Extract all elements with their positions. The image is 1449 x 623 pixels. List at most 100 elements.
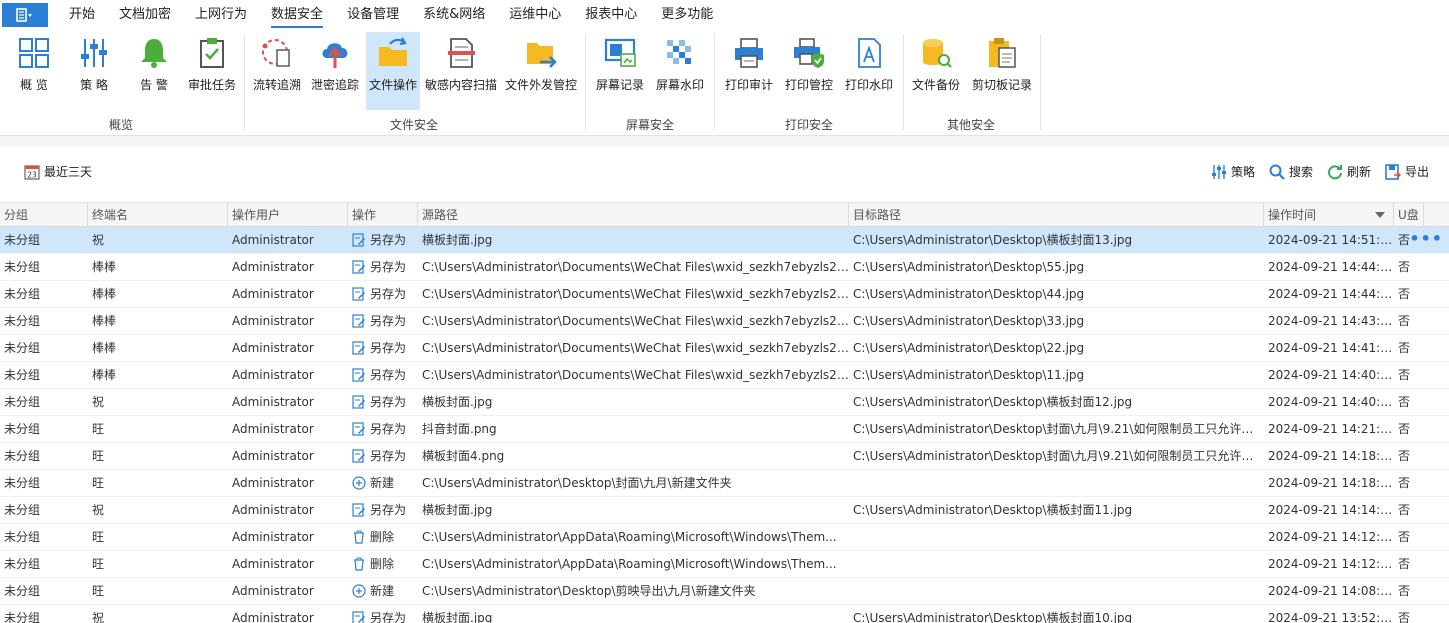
refresh-button[interactable]: 刷新 <box>1327 163 1371 180</box>
tab-more-features[interactable]: 更多功能 <box>649 0 725 30</box>
tab-report-center[interactable]: 报表中心 <box>573 0 649 30</box>
tab-device-management[interactable]: 设备管理 <box>335 0 411 30</box>
screen-watermark-button[interactable]: 屏幕水印 <box>654 32 706 110</box>
cell-user: Administrator <box>232 422 314 436</box>
overview-label: 概 览 <box>20 78 48 92</box>
group-label-other-security: 其他安全 <box>947 118 996 132</box>
flow-trace-button[interactable]: 流转追溯 <box>251 32 303 110</box>
cell-target-path: C:\Users\Administrator\Desktop\横板封面10.jp… <box>853 611 1133 623</box>
table-row[interactable]: 未分组 旺 Administrator 删除 C:\Users\Administrato… <box>0 551 1449 578</box>
cell-user: Administrator <box>232 233 314 247</box>
column-header-time[interactable]: 操作时间 <box>1264 203 1394 227</box>
search-button[interactable]: 搜索 <box>1269 163 1313 180</box>
operation-label: 删除 <box>370 530 395 544</box>
printer-icon <box>735 38 763 68</box>
screen-record-label: 屏幕记录 <box>595 78 644 92</box>
print-audit-button[interactable]: 打印审计 <box>723 32 775 110</box>
operation-label: 另存为 <box>370 368 407 382</box>
table-row[interactable]: 未分组 旺 Administrator 新建 C:\Users\Administrato… <box>0 578 1449 605</box>
column-header-usb[interactable]: U盘 <box>1394 203 1424 227</box>
export-button[interactable]: 导出 <box>1385 163 1429 180</box>
cell-group: 未分组 <box>4 260 41 274</box>
table-row[interactable]: 未分组 旺 Administrator 另存为 横板封面4.png C:\Users\Ad… <box>0 443 1449 470</box>
clipboard-record-button[interactable]: 剪切板记录 <box>970 32 1034 110</box>
print-watermark-button[interactable]: 打印水印 <box>843 32 895 110</box>
screen-record-button[interactable]: 屏幕记录 <box>594 32 646 110</box>
trash-icon <box>354 530 364 544</box>
grid-icon <box>19 38 49 68</box>
tab-system-network[interactable]: 系统&网络 <box>411 0 497 30</box>
cell-source-path: 横板封面.jpg <box>422 233 493 247</box>
cell-terminal: 旺 <box>92 530 105 544</box>
column-header-terminal[interactable]: 终端名 <box>88 203 228 227</box>
cell-source-path: 横板封面.jpg <box>422 611 493 623</box>
app-window: 开始 文档加密 上网行为 数据安全 设备管理 系统&网络 运维中心 报表中心 更… <box>0 0 1449 623</box>
approval-task-button[interactable]: 审批任务 <box>186 32 238 110</box>
table-row[interactable]: 未分组 祝 Administrator 另存为 横板封面.jpg C:\Users\Adm… <box>0 497 1449 524</box>
cell-group: 未分组 <box>4 287 41 301</box>
file-operation-button[interactable]: 文件操作 <box>366 32 420 110</box>
app-menu-button[interactable] <box>2 3 48 27</box>
file-outgoing-control-button[interactable]: 文件外发管控 <box>504 32 578 110</box>
table-row[interactable]: 未分组 祝 Administrator 另存为 横板封面.jpg C:\Users\Adm… <box>0 389 1449 416</box>
alert-button[interactable]: 告 警 <box>130 32 178 110</box>
cell-user: Administrator <box>232 476 314 490</box>
file-outgoing-control-label: 文件外发管控 <box>504 78 577 92</box>
leak-trace-label: 泄密追踪 <box>310 78 359 92</box>
leak-trace-button[interactable]: 泄密追踪 <box>309 32 361 110</box>
column-header-user[interactable]: 操作用户 <box>228 203 348 227</box>
overview-button[interactable]: 概 览 <box>10 32 58 110</box>
toolbar-actions: 策略 搜索 刷新 导出 <box>1211 163 1429 180</box>
table-row[interactable]: 未分组 旺 Administrator 删除 C:\Users\Administrato… <box>0 524 1449 551</box>
cell-time: 2024-09-21 13:52:55 <box>1268 611 1394 623</box>
table-header: 分组 终端名 操作用户 操作 源路径 目标路径 操作时间 U盘 <box>0 202 1449 227</box>
cell-operation: 另存为 <box>348 497 418 524</box>
group-label-screen-security: 屏幕安全 <box>626 118 675 132</box>
sort-descending-icon[interactable] <box>1375 212 1385 218</box>
file-backup-button[interactable]: 文件备份 <box>910 32 962 110</box>
table-row[interactable]: 未分组 棒棒 Administrator 另存为 C:\Users\Administra… <box>0 335 1449 362</box>
column-header-group[interactable]: 分组 <box>0 203 88 227</box>
cell-operation: 另存为 <box>348 389 418 416</box>
sensitive-scan-label: 敏感内容扫描 <box>424 78 497 92</box>
column-header-operation[interactable]: 操作 <box>348 203 418 227</box>
printer-shield-icon <box>794 38 824 68</box>
cell-target-path: C:\Users\Administrator\Desktop\11.jpg <box>853 368 1085 382</box>
bell-icon <box>141 39 167 68</box>
column-header-time-label: 操作时间 <box>1268 208 1317 222</box>
tab-document-encryption[interactable]: 文档加密 <box>107 0 183 30</box>
column-header-target-path[interactable]: 目标路径 <box>849 203 1264 227</box>
tab-start[interactable]: 开始 <box>57 0 107 30</box>
date-range-filter[interactable]: 23 最近三天 <box>24 163 92 180</box>
search-icon <box>1269 164 1285 180</box>
tab-internet-behavior[interactable]: 上网行为 <box>183 0 259 30</box>
table-row[interactable]: 未分组 祝 Administrator 另存为 横板封面.jpg C:\Users\Adm… <box>0 227 1449 254</box>
table-row[interactable]: 未分组 旺 Administrator 另存为 抖音封面.png C:\Users\Adm… <box>0 416 1449 443</box>
operation-label: 新建 <box>370 476 395 490</box>
operation-label: 另存为 <box>370 422 407 436</box>
table-row[interactable]: 未分组 棒棒 Administrator 另存为 C:\Users\Administra… <box>0 281 1449 308</box>
column-header-source-path[interactable]: 源路径 <box>418 203 849 227</box>
sensitive-scan-button[interactable]: 敏感内容扫描 <box>424 32 498 110</box>
table-row[interactable]: 未分组 旺 Administrator 新建 C:\Users\Administrato… <box>0 470 1449 497</box>
table-row[interactable]: 未分组 棒棒 Administrator 另存为 C:\Users\Administra… <box>0 362 1449 389</box>
cell-group: 未分组 <box>4 368 41 382</box>
policy-tool-button[interactable]: 策略 <box>1211 163 1255 180</box>
save-as-icon <box>352 287 365 301</box>
monitor-icon <box>604 38 636 67</box>
more-dots-icon[interactable]: ••• <box>1409 227 1443 254</box>
table-row[interactable]: 未分组 祝 Administrator 另存为 横板封面.jpg C:\Users\Adm… <box>0 605 1449 623</box>
table-row[interactable]: 未分组 棒棒 Administrator 另存为 C:\Users\Administra… <box>0 308 1449 335</box>
cell-usb: 否 <box>1398 530 1411 544</box>
tab-data-security[interactable]: 数据安全 <box>259 0 335 30</box>
print-control-button[interactable]: 打印管控 <box>783 32 835 110</box>
cell-usb: 否 <box>1398 476 1411 490</box>
table-row[interactable]: 未分组 棒棒 Administrator 另存为 C:\Users\Administra… <box>0 254 1449 281</box>
tab-ops-center[interactable]: 运维中心 <box>497 0 573 30</box>
operation-label: 另存为 <box>370 233 407 247</box>
policy-button[interactable]: 策 略 <box>70 32 118 110</box>
menu-icon <box>16 8 32 22</box>
checker-icon <box>667 40 691 64</box>
cell-time: 2024-09-21 14:43:03 <box>1268 314 1394 328</box>
cell-target-path: C:\Users\Administrator\Desktop\封面\九月\9.2… <box>853 422 1264 436</box>
